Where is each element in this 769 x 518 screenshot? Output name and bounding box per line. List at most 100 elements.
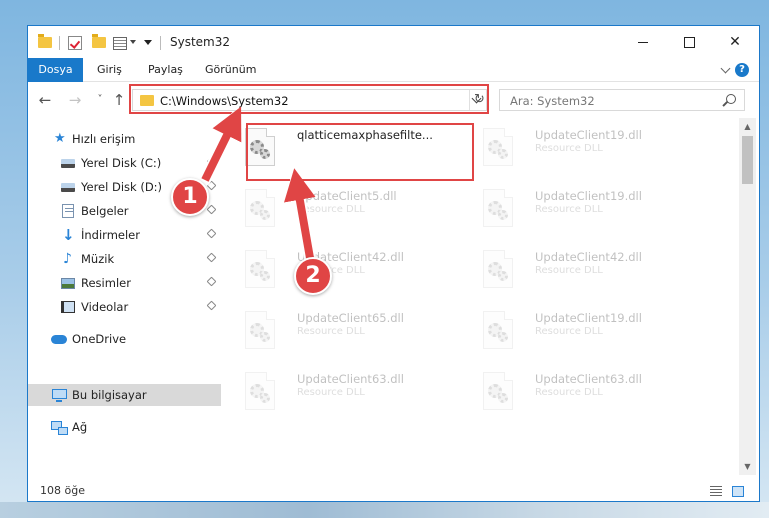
dll-file-icon <box>245 189 275 227</box>
file-name: UpdateClient42.dll <box>535 250 642 264</box>
file-type: Resource DLL <box>535 143 603 154</box>
gear-icon <box>498 210 508 220</box>
file-name: UpdateClient63.dll <box>297 372 404 386</box>
scroll-up-icon[interactable]: ▲ <box>739 118 756 135</box>
onedrive-icon <box>51 335 67 344</box>
sidebar-item-downloads[interactable]: ↓ İndirmeler <box>28 224 221 246</box>
sidebar-item-label: Bu bilgisayar <box>72 388 147 402</box>
scroll-down-icon[interactable]: ▼ <box>739 458 756 475</box>
file-type: Resource DLL <box>535 387 603 398</box>
star-icon: ★ <box>54 131 66 146</box>
properties-check-icon[interactable] <box>68 36 82 50</box>
sidebar-item-label: Ağ <box>72 420 88 434</box>
scrollbar-thumb[interactable] <box>742 136 753 184</box>
sidebar-item-drive-c[interactable]: Yerel Disk (C:) <box>28 152 221 174</box>
gear-icon <box>260 210 270 220</box>
sidebar-item-label: Yerel Disk (D:) <box>81 180 163 194</box>
ribbon: Dosya Giriş Paylaş Görünüm ? <box>28 58 759 82</box>
sidebar-item-videos[interactable]: Videolar <box>28 296 221 318</box>
pin-icon[interactable] <box>206 252 217 263</box>
sidebar-item-this-pc[interactable]: Bu bilgisayar <box>28 384 221 406</box>
pictures-icon <box>61 278 75 289</box>
gear-icon <box>260 271 270 281</box>
dll-file-icon <box>245 250 275 288</box>
tab-view[interactable]: Görünüm <box>205 58 256 82</box>
drive-icon <box>61 159 75 168</box>
window-title: System32 <box>170 35 231 49</box>
sidebar-item-music[interactable]: ♪ Müzik <box>28 248 221 270</box>
help-icon[interactable]: ? <box>735 63 749 77</box>
dll-file-icon <box>245 311 275 349</box>
sidebar-item-label: Yerel Disk (C:) <box>81 156 162 170</box>
details-view-icon[interactable] <box>710 486 722 497</box>
up-button[interactable]: ↑ <box>110 91 128 109</box>
pin-icon[interactable] <box>206 276 217 287</box>
search-placeholder: Ara: System32 <box>510 94 595 108</box>
gear-icon <box>498 271 508 281</box>
pin-icon[interactable] <box>206 156 217 167</box>
documents-icon <box>62 204 74 218</box>
search-icon[interactable] <box>726 94 736 104</box>
gear-icon <box>498 393 508 403</box>
title-bar: System32 ✕ <box>28 26 759 58</box>
minimize-button[interactable] <box>620 26 666 58</box>
folder-icon <box>38 34 52 48</box>
pin-icon[interactable] <box>206 228 217 239</box>
vertical-scrollbar[interactable]: ▲ ▼ <box>739 118 756 475</box>
new-folder-icon[interactable] <box>92 34 106 48</box>
item-count: 108 öğe <box>40 484 85 497</box>
gear-icon <box>260 332 270 342</box>
chevron-down-icon[interactable] <box>130 40 136 44</box>
file-item[interactable]: UpdateClient19.dll Resource DLL <box>459 301 689 359</box>
highlight-box-address <box>129 84 489 114</box>
dll-file-icon <box>483 250 513 288</box>
search-input[interactable]: Ara: System32 <box>499 89 745 111</box>
file-name: UpdateClient19.dll <box>535 189 642 203</box>
file-item[interactable]: UpdateClient42.dll Resource DLL <box>221 240 451 298</box>
recent-locations-button[interactable]: ˅ <box>91 91 109 109</box>
tiles-view-icon[interactable] <box>732 486 744 497</box>
file-type: Resource DLL <box>535 265 603 276</box>
close-button[interactable]: ✕ <box>712 26 758 58</box>
pin-icon[interactable] <box>206 180 217 191</box>
file-item[interactable]: UpdateClient63.dll Resource DLL <box>221 362 451 420</box>
file-item[interactable]: UpdateClient65.dll Resource DLL <box>221 301 451 359</box>
gear-icon <box>498 332 508 342</box>
file-type: Resource DLL <box>297 326 365 337</box>
rename-icon[interactable] <box>113 37 127 50</box>
file-item[interactable]: UpdateClient63.dll Resource DLL <box>459 362 689 420</box>
sidebar-item-label: Belgeler <box>81 204 129 218</box>
drive-icon <box>61 183 75 192</box>
file-name: UpdateClient5.dll <box>297 189 397 203</box>
tab-home[interactable]: Giriş <box>97 58 122 82</box>
desktop-background <box>0 502 769 518</box>
gear-icon <box>260 393 270 403</box>
maximize-button[interactable] <box>666 26 712 58</box>
computer-icon <box>52 389 67 402</box>
file-name: UpdateClient19.dll <box>535 128 642 142</box>
file-type: Resource DLL <box>535 326 603 337</box>
status-bar: 108 öğe <box>28 479 759 501</box>
sidebar-item-network[interactable]: Ağ <box>28 416 221 438</box>
file-item[interactable]: UpdateClient19.dll Resource DLL <box>459 118 689 176</box>
file-item[interactable]: UpdateClient42.dll Resource DLL <box>459 240 689 298</box>
file-type: Resource DLL <box>535 204 603 215</box>
sidebar-item-pictures[interactable]: Resimler <box>28 272 221 294</box>
back-button[interactable]: ← <box>36 91 54 109</box>
sidebar-item-quick-access[interactable]: ★ Hızlı erişim <box>28 128 221 150</box>
pin-icon[interactable] <box>206 300 217 311</box>
tab-file[interactable]: Dosya <box>28 58 83 82</box>
dll-file-icon <box>483 311 513 349</box>
sidebar-item-label: İndirmeler <box>81 228 140 242</box>
forward-button[interactable]: → <box>66 91 84 109</box>
customize-toolbar-icon[interactable] <box>144 40 152 45</box>
sidebar-item-label: Hızlı erişim <box>72 132 136 146</box>
sidebar-item-onedrive[interactable]: OneDrive <box>28 328 221 350</box>
expand-ribbon-icon[interactable] <box>720 63 731 74</box>
network-icon <box>51 421 68 435</box>
file-item[interactable]: UpdateClient5.dll Resource DLL <box>221 179 451 237</box>
pin-icon[interactable] <box>206 204 217 215</box>
tab-share[interactable]: Paylaş <box>148 58 183 82</box>
file-name: UpdateClient63.dll <box>535 372 642 386</box>
file-item[interactable]: UpdateClient19.dll Resource DLL <box>459 179 689 237</box>
